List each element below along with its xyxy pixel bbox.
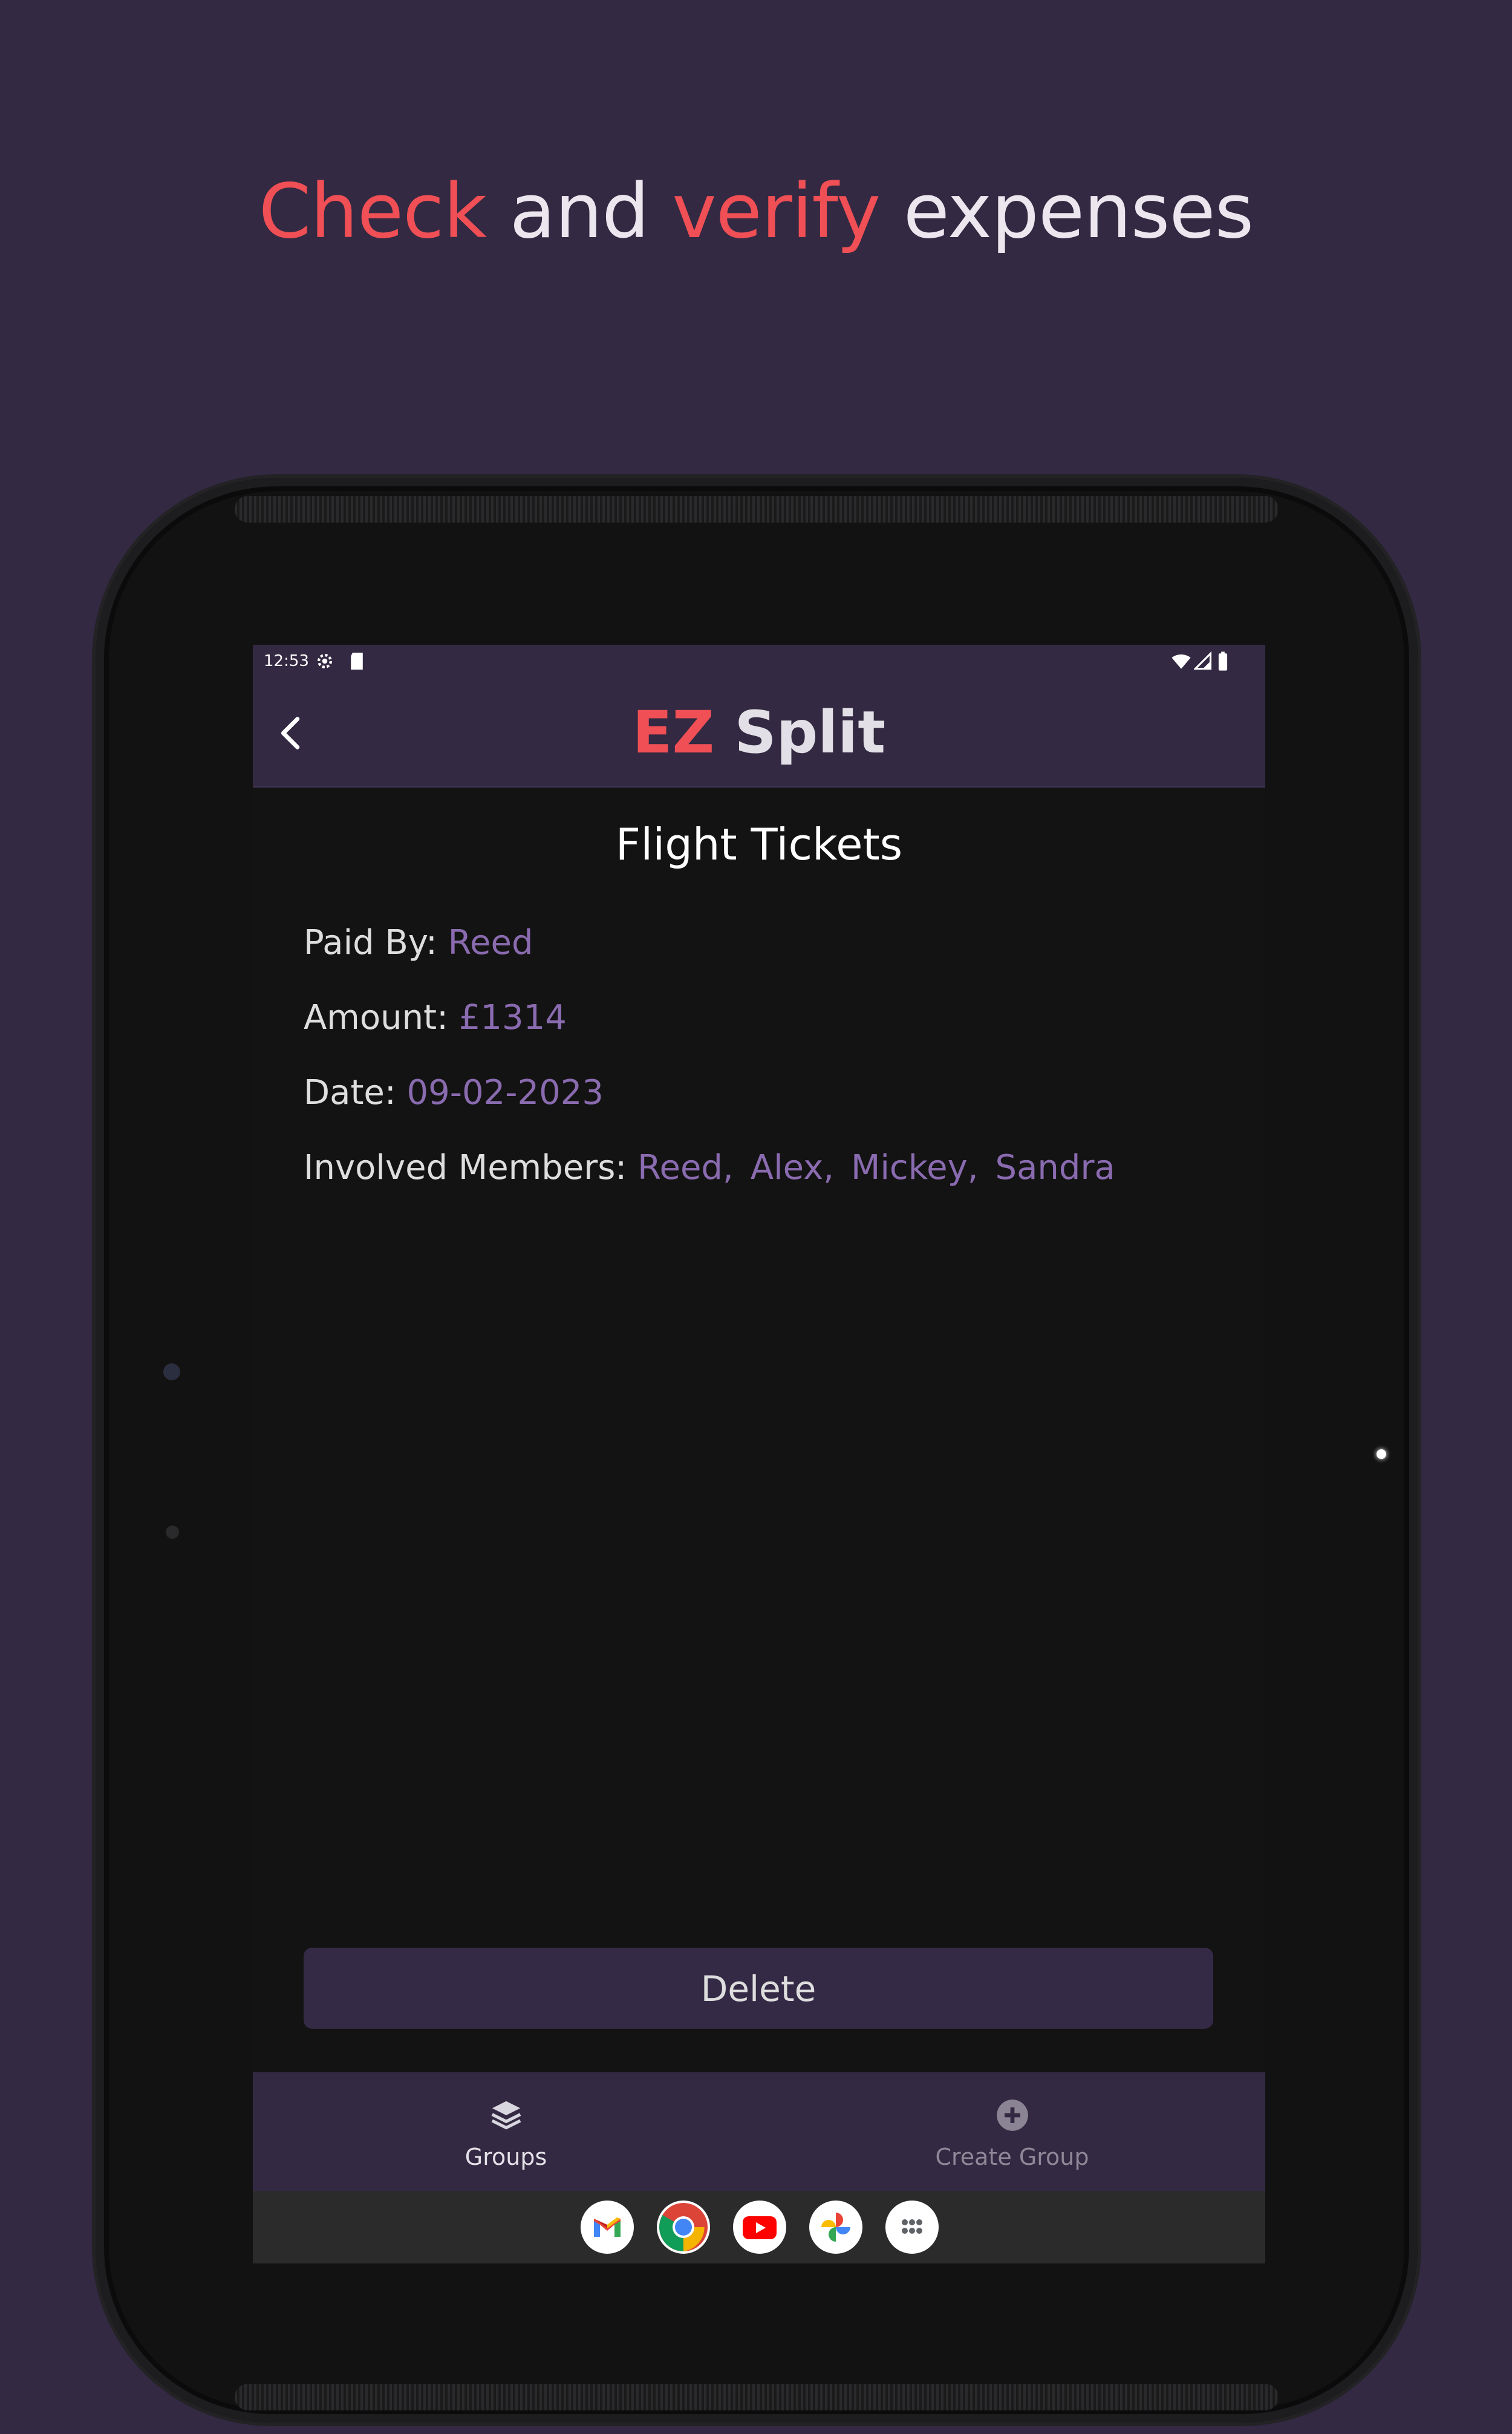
amount-row: Amount: £1314 — [304, 998, 567, 1037]
nav-item-groups[interactable]: Groups — [253, 2072, 759, 2191]
paid-by-row: Paid By: Reed — [304, 923, 533, 962]
amount-value: £1314 — [458, 998, 567, 1037]
chrome-icon[interactable] — [657, 2201, 710, 2254]
member-name: Sandra — [995, 1148, 1115, 1187]
member-name: Mickey, — [851, 1148, 979, 1187]
expense-title: Flight Tickets — [615, 819, 903, 870]
paid-by-value: Reed — [448, 923, 533, 962]
headline-word-check: Check — [258, 168, 487, 255]
app-title: EZ Split — [253, 679, 1265, 786]
front-camera-icon — [163, 1363, 180, 1380]
members-row: Involved Members: Reed, Alex, Mickey, Sandr… — [304, 1148, 1132, 1187]
app-bar: EZ Split — [253, 679, 1265, 788]
light-sensor-icon — [166, 1525, 179, 1539]
wifi-icon — [1171, 651, 1191, 676]
amount-label: Amount: — [304, 998, 459, 1037]
photos-icon[interactable] — [809, 2201, 862, 2254]
cell-signal-icon — [1193, 651, 1212, 676]
indicator-light-icon — [1377, 1449, 1386, 1459]
status-time: 12:53 — [264, 652, 309, 670]
youtube-icon[interactable] — [733, 2201, 786, 2254]
app-drawer-icon[interactable] — [885, 2201, 939, 2254]
app-title-ez: EZ — [632, 699, 715, 766]
headline-word-and: and — [486, 168, 673, 255]
headline-word-verify: verify — [672, 168, 881, 255]
plus-circle-icon — [994, 2096, 1031, 2134]
member-name: Alex, — [750, 1148, 835, 1187]
members-label: Involved Members: — [304, 1148, 638, 1187]
headline-word-expenses: expenses — [880, 168, 1254, 255]
paid-by-label: Paid By: — [304, 923, 448, 962]
date-label: Date: — [304, 1073, 407, 1112]
speaker-grille-bottom — [235, 2384, 1279, 2410]
promo-headline: Check and verify expenses — [0, 163, 1512, 260]
sd-card-icon — [348, 651, 365, 676]
nav-label-create-group: Create Group — [935, 2144, 1089, 2170]
settings-gear-icon — [314, 651, 335, 676]
date-row: Date: 09-02-2023 — [304, 1073, 604, 1112]
battery-icon — [1217, 651, 1229, 676]
app-dock — [253, 2191, 1265, 2263]
bottom-navigation: Groups Create Group — [253, 2072, 1265, 2191]
layers-icon — [487, 2096, 525, 2134]
nav-label-groups: Groups — [464, 2144, 547, 2170]
status-bar: 12:53 — [253, 645, 1265, 679]
date-value: 09-02-2023 — [406, 1073, 604, 1112]
back-button[interactable] — [271, 712, 313, 754]
delete-button[interactable]: Delete — [304, 1948, 1213, 2029]
nav-item-create-group[interactable]: Create Group — [759, 2072, 1265, 2191]
tablet-screen: 12:53 EZ Split Flight Tickets Paid By: R… — [253, 645, 1265, 2263]
gmail-icon[interactable] — [581, 2201, 634, 2254]
speaker-grille-top — [235, 496, 1279, 523]
member-name: Reed, — [637, 1148, 734, 1187]
app-title-split: Split — [714, 699, 886, 766]
chevron-left-icon — [281, 717, 300, 749]
